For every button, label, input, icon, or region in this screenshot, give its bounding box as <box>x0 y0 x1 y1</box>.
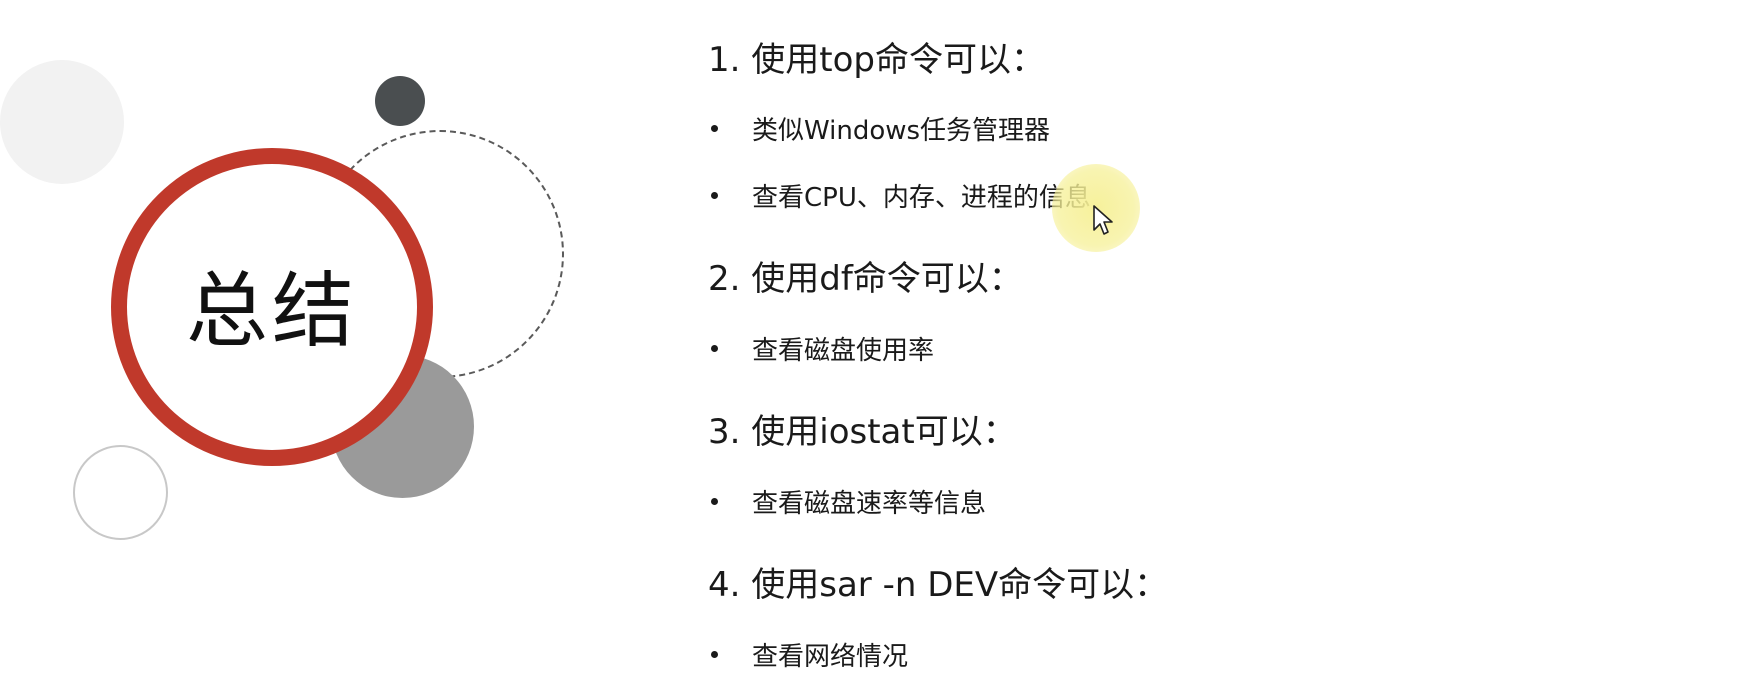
decorative-circle-outline <box>73 445 168 540</box>
section-heading-top: 1. 使用top命令可以： <box>708 40 1045 80</box>
slide-canvas: 总结 1. 使用top命令可以： 类似Windows任务管理器 查看CPU、内存… <box>0 0 1759 678</box>
bullet-dot-icon <box>711 125 718 132</box>
decorative-circle-dark <box>375 76 425 126</box>
bullet-dot-icon <box>711 345 718 352</box>
bullet-dot-icon <box>711 498 718 505</box>
list-item: 查看磁盘使用率 <box>708 330 934 367</box>
list-item-text: 查看磁盘速率等信息 <box>752 489 987 519</box>
list-item-text: 查看CPU、内存、进程的信息 <box>752 183 1091 213</box>
list-item: 查看CPU、内存、进程的信息 <box>708 177 1091 214</box>
bullet-dot-icon <box>711 651 718 658</box>
summary-list: 1. 使用top命令可以： 类似Windows任务管理器 查看CPU、内存、进程… <box>708 0 1708 678</box>
title-ring: 总结 <box>111 148 433 466</box>
slide-title: 总结 <box>185 263 358 359</box>
list-item-text: 查看磁盘使用率 <box>752 336 935 366</box>
list-item-text: 查看网络情况 <box>752 642 909 672</box>
section-heading-df: 2. 使用df命令可以： <box>708 259 1023 299</box>
section-heading-iostat: 3. 使用iostat可以： <box>708 412 1017 452</box>
list-item: 查看磁盘速率等信息 <box>708 483 986 520</box>
mouse-pointer-icon <box>1093 205 1113 235</box>
list-item: 类似Windows任务管理器 <box>708 110 1050 147</box>
section-heading-sar: 4. 使用sar -n DEV命令可以： <box>708 565 1169 605</box>
bullet-dot-icon <box>711 192 718 199</box>
decorative-circle-light-gray <box>0 60 124 184</box>
list-item-text: 类似Windows任务管理器 <box>752 116 1051 146</box>
list-item: 查看网络情况 <box>708 636 908 673</box>
